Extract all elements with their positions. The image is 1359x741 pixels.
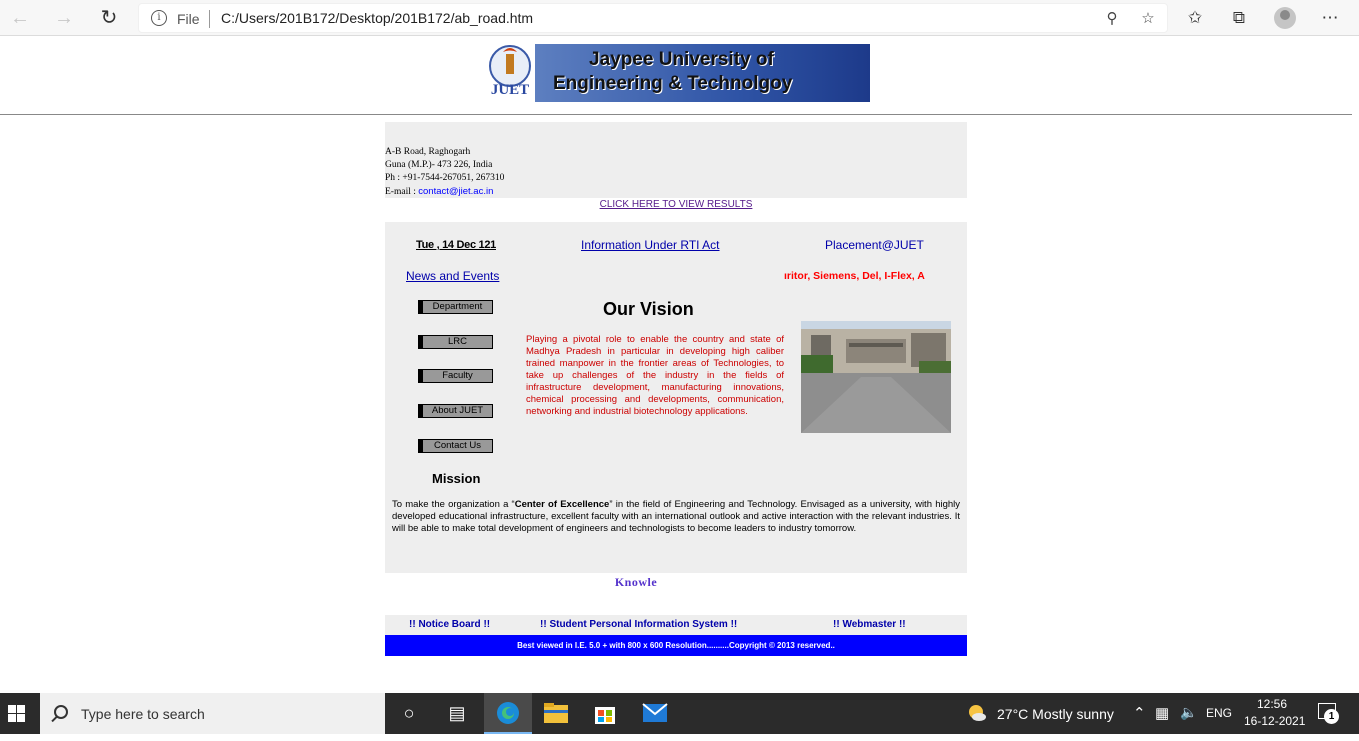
placement-link[interactable]: Placement@JUET [825,238,924,252]
email-label: E-mail : [385,187,419,197]
search-icon [54,705,68,719]
menu-lrc[interactable]: LRC [418,335,493,349]
language-indicator[interactable]: ENG [1206,706,1232,720]
web-page: JUET Jaypee University of Engineering & … [0,37,1359,693]
mission-text: To make the organization a “Center of Ex… [392,499,960,535]
tray-expand-icon[interactable]: ⌃ [1133,704,1146,722]
mission-text-before: To make the organization a “ [392,499,515,510]
zoom-icon[interactable]: ⚲ [1102,9,1122,29]
logo-text: JUET [491,82,529,98]
more-menu-icon[interactable]: ⋯ [1318,6,1342,30]
email-link[interactable]: contact@jiet.ac.in [418,186,493,197]
cortana-icon[interactable]: ○ [385,693,433,734]
spis-link[interactable]: !! Student Personal Information System !… [540,619,737,630]
email-line: E-mail : contact@jiet.ac.in [385,185,967,199]
notice-board-link[interactable]: !! Notice Board !! [409,619,490,630]
file-label: File [177,11,200,27]
mail-icon[interactable] [631,693,679,734]
mission-title: Mission [432,471,481,486]
address-bar[interactable]: i File C:/Users/201B172/Desktop/201B172/… [138,3,1168,33]
menu-contact[interactable]: Contact Us [418,439,493,453]
main-content: Tue , 14 Dec 121 Information Under RTI A… [385,222,967,573]
add-favorite-icon[interactable]: ☆ [1138,9,1158,29]
divider [0,114,1352,115]
news-events-link[interactable]: News and Events [406,269,499,283]
file-explorer-icon[interactable] [532,693,580,734]
collections-icon[interactable]: ⧉ [1227,6,1251,30]
menu-department[interactable]: Department [418,300,493,314]
address-line3: Ph : +91-7544-267051, 267310 [385,173,505,183]
volume-icon[interactable]: 🔈 [1180,704,1197,721]
knowledge-marquee: Knowle [614,575,658,589]
menu-about[interactable]: About JUET [418,404,493,418]
vision-text: Playing a pivotal role to enable the cou… [526,334,784,417]
clock-time[interactable]: 12:56 [1257,697,1287,711]
rti-link[interactable]: Information Under RTI Act [581,238,720,252]
start-button[interactable] [0,693,40,734]
taskbar-search[interactable]: Type here to search [40,693,385,734]
search-placeholder: Type here to search [81,706,205,722]
profile-avatar[interactable] [1274,7,1296,29]
mission-text-bold: Center of Excellence [514,499,610,510]
menu-faculty[interactable]: Faculty [418,369,493,383]
clock-date[interactable]: 16-12-2021 [1244,714,1305,728]
refresh-icon[interactable]: ↻ [97,6,121,30]
info-icon[interactable]: i [151,10,167,26]
notification-icon[interactable]: 1 [1318,703,1339,724]
back-icon[interactable]: ← [8,6,32,30]
address-separator [209,10,210,28]
address-line2: Guna (M.P.)- 473 226, India [385,160,493,170]
campus-photo [801,321,951,433]
footer-links: !! Notice Board !! !! Student Personal I… [385,615,967,635]
taskbar: Type here to search ○ ▤ 27°C Mostly sunn… [0,693,1359,734]
address-line1: A-B Road, Raghogarh [385,147,471,157]
favorites-icon[interactable]: ✩ [1183,6,1207,30]
browser-toolbar: ← → ↻ i File C:/Users/201B172/Desktop/20… [0,0,1359,36]
webmaster-link[interactable]: !! Webmaster !! [833,619,906,630]
network-icon[interactable]: ▦ [1155,704,1169,722]
task-view-icon[interactable]: ▤ [433,693,481,734]
store-icon[interactable] [581,693,629,734]
banner-line1: Jaypee University of [589,49,774,70]
notification-count: 1 [1324,709,1339,724]
university-logo: JUET [485,44,535,102]
placement-marquee: ıritor, Siemens, Del, I-Flex, A [784,270,925,282]
vision-title: Our Vision [603,299,694,319]
url-text[interactable]: C:/Users/201B172/Desktop/201B172/ab_road… [221,10,533,26]
edge-icon[interactable] [484,693,532,734]
weather-icon[interactable] [962,693,992,734]
address-box: A-B Road, Raghogarh Guna (M.P.)- 473 226… [385,122,967,198]
date-text: Tue , 14 Dec 121 [416,239,496,251]
banner-title: Jaypee University of Engineering & Techn… [535,44,870,102]
windows-icon [8,705,25,722]
results-link[interactable]: CLICK HERE TO VIEW RESULTS [385,199,967,210]
banner-line2: Engineering & Technolgoy [553,73,793,94]
header-banner: JUET Jaypee University of Engineering & … [485,44,870,102]
forward-icon[interactable]: → [52,6,76,30]
weather-text[interactable]: 27°C Mostly sunny [997,706,1114,722]
copyright-bar: Best viewed in I.E. 5.0 + with 800 x 600… [385,635,967,656]
